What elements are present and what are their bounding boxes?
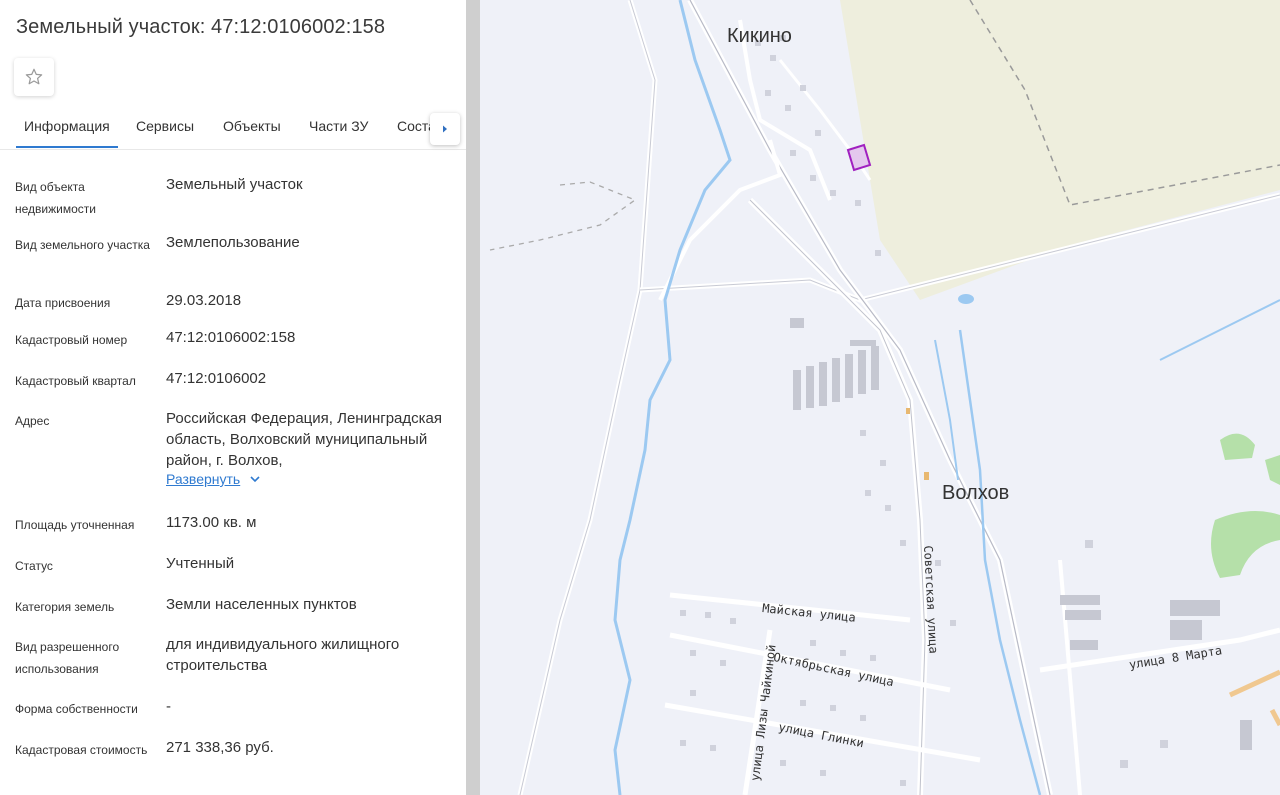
row-label: Форма собственности <box>15 702 138 716</box>
tab-scroll-right-button[interactable] <box>430 113 460 145</box>
row-value: Земли населенных пунктов <box>166 596 357 613</box>
road <box>519 0 656 795</box>
chevron-down-icon <box>250 476 260 483</box>
row-label: Кадастровая стоимость <box>15 743 148 757</box>
field-area <box>840 0 1280 300</box>
row-value: - <box>166 698 171 715</box>
tab-services[interactable]: Сервисы <box>136 118 194 134</box>
row-value: Землепользование <box>166 234 300 251</box>
tab-objects[interactable]: Объекты <box>223 118 281 134</box>
tab-bar: Информация Сервисы Объекты Части ЗУ Сост… <box>0 106 466 150</box>
row-label: Статус <box>15 559 53 573</box>
row-label: Вид земельного участка <box>15 238 150 252</box>
road <box>517 0 658 795</box>
expand-address-link[interactable]: Развернуть <box>166 471 260 487</box>
forest-area <box>1265 455 1280 485</box>
row-value: для индивидуального жилищного строительс… <box>166 636 400 674</box>
row-value: 1173.00 кв. м <box>166 514 257 531</box>
favorite-button[interactable] <box>14 58 54 96</box>
info-panel: Земельный участок: 47:12:0106002:158 Инф… <box>0 0 466 795</box>
row-label: Площадь уточненная <box>15 518 135 532</box>
chevron-right-icon <box>443 125 447 133</box>
pond <box>958 294 974 304</box>
river <box>613 0 732 795</box>
building-block <box>790 318 1252 750</box>
main-road <box>1269 708 1280 727</box>
forest-area <box>1220 433 1255 460</box>
expand-label: Развернуть <box>166 471 241 487</box>
row-label: Кадастровый квартал <box>15 374 136 388</box>
row-label: Адрес <box>15 414 50 428</box>
panel-splitter-handle[interactable] <box>466 0 480 795</box>
main-road <box>1228 669 1280 698</box>
row-value[interactable]: 47:12:0106002 <box>166 368 456 389</box>
star-outline-icon <box>25 68 43 85</box>
row-label: Категория земель <box>15 600 115 614</box>
tab-information[interactable]: Информация <box>16 118 118 148</box>
place-label-kikino: Кикино <box>727 25 792 47</box>
page: Земельный участок: 47:12:0106002:158 Инф… <box>0 0 1280 795</box>
tab-parts[interactable]: Части ЗУ <box>309 118 368 134</box>
poi-marker <box>906 408 910 414</box>
place-label-volkhov: Волхов <box>942 482 1010 504</box>
row-value: Земельный участок <box>166 176 303 193</box>
row-value: 29.03.2018 <box>166 292 242 309</box>
row-value[interactable]: 47:12:0106002:158 <box>166 327 456 348</box>
map-view[interactable]: Кикино Волхов Майская улица Октябрьская … <box>480 0 1280 795</box>
row-value: Российская Федерация, Ленинградская обла… <box>166 410 442 469</box>
page-title: Земельный участок: 47:12:0106002:158 <box>16 16 386 38</box>
row-label: Дата присвоения <box>15 296 111 310</box>
river <box>1159 299 1280 361</box>
forest-area <box>1211 511 1280 578</box>
boundary-line <box>489 181 637 251</box>
road <box>658 139 783 301</box>
row-label: Вид объекта недвижимости <box>15 180 96 216</box>
row-label: Вид разрешенного использования <box>15 640 120 676</box>
row-value: Учтенный <box>166 555 235 572</box>
poi-marker <box>924 472 929 480</box>
row-value: 271 338,36 руб. <box>166 739 274 756</box>
row-label: Кадастровый номер <box>15 333 128 347</box>
